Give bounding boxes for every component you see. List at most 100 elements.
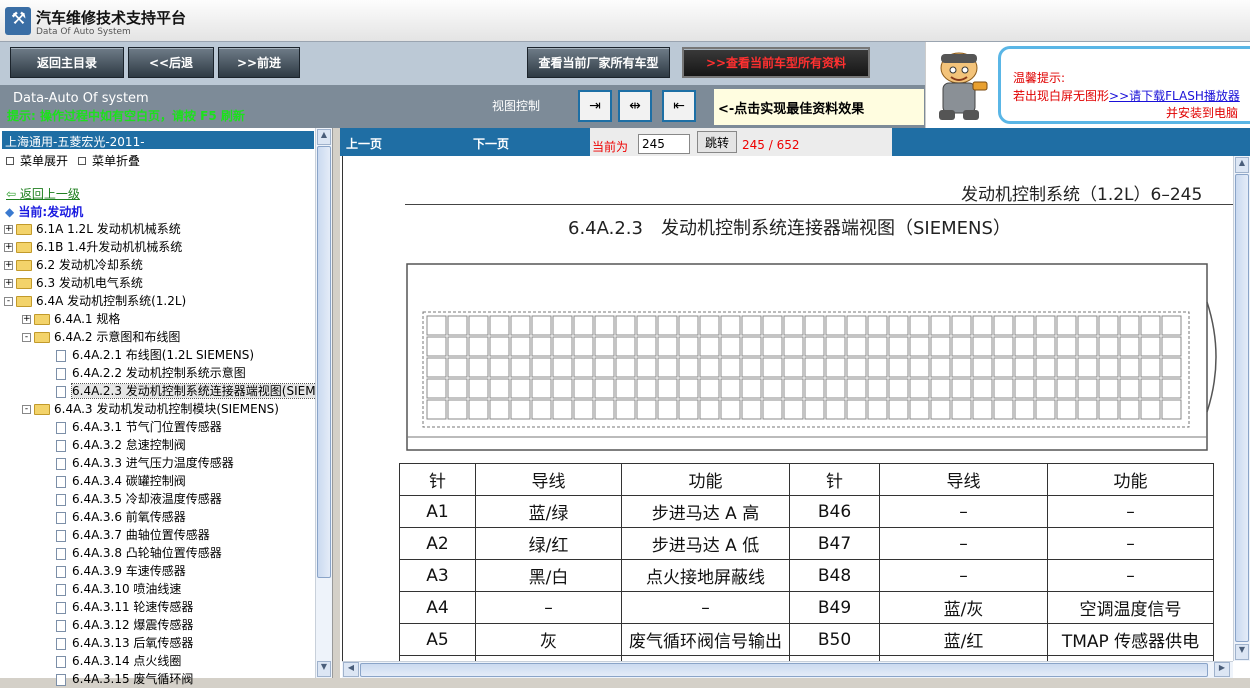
next-page-button[interactable]: 下一页	[473, 135, 509, 152]
folder-icon	[16, 260, 32, 271]
tree-doc-item[interactable]: 6.4A.3.6 前氧传感器	[56, 508, 186, 526]
folder-icon	[34, 314, 50, 325]
forward-button[interactable]: >>前进	[218, 47, 300, 78]
all-models-maker-button[interactable]: 查看当前厂家所有车型	[527, 47, 670, 78]
doc-scroll-thumb[interactable]	[1235, 174, 1249, 642]
tree-folder-item[interactable]: +6.1A 1.2L 发动机机械系统	[4, 220, 181, 238]
table-row: A4– – B49 蓝/灰 空调温度信号	[399, 591, 1214, 624]
back-button[interactable]: <<后退	[128, 47, 214, 78]
tree-doc-item[interactable]: 6.4A.3.14 点火线圈	[56, 652, 181, 670]
scroll-up-icon[interactable]: ▲	[317, 129, 331, 145]
tree-doc-item[interactable]: 6.4A.2.3 发动机控制系统连接器端视图(SIEM	[56, 382, 317, 400]
tree-item-label: 6.3 发动机电气系统	[36, 276, 143, 290]
expand-node-icon[interactable]: +	[4, 225, 13, 234]
folder-icon	[16, 278, 32, 289]
collapse-node-icon[interactable]: -	[4, 297, 13, 306]
view-left-icon[interactable]: ⇤	[662, 90, 696, 122]
tree-folder-item[interactable]: - 6.4A 发动机控制系统(1.2L)	[4, 292, 186, 310]
scroll-right-icon[interactable]: ▶	[1214, 662, 1230, 677]
table-header-cell: 功能	[1047, 463, 1214, 496]
tree-scrollbar[interactable]: ▲ ▼	[315, 128, 332, 678]
view-right-icon[interactable]: ⇥	[578, 90, 612, 122]
menu-collapse-button[interactable]: 菜单折叠	[78, 152, 140, 169]
document-icon	[56, 673, 66, 686]
notice-line1-text: 若出现白屏无图形	[1013, 89, 1110, 103]
collapse-node-icon[interactable]: -	[22, 333, 31, 342]
tree-doc-item[interactable]: 6.4A.3.7 曲轴位置传感器	[56, 526, 210, 544]
pin-table: 针导线 功能针导线 功能 A1 蓝/绿 步进马达 A 高 B46– – A2 绿/红 步进马达 A …	[399, 463, 1214, 661]
tree-folder-item[interactable]: - 6.4A.3 发动机发动机控制模块(SIEMENS)	[22, 400, 279, 418]
tree-item-label: 6.4A.3.1 节气门位置传感器	[72, 420, 222, 434]
tree-item-label: 6.4A.2 示意图和布线图	[54, 330, 181, 344]
tree-doc-item[interactable]: 6.4A.2.1 布线图(1.2L SIEMENS)	[56, 346, 254, 364]
tree-doc-item[interactable]: 6.4A.3.2 怠速控制阀	[56, 436, 186, 454]
doc-hscroll-thumb[interactable]	[360, 663, 1208, 677]
tree-folder-item[interactable]: - 6.4A.2 示意图和布线图	[22, 328, 180, 346]
tree-doc-item[interactable]: 6.4A.3.13 后氧传感器	[56, 634, 193, 652]
tree-scroll-thumb[interactable]	[317, 146, 331, 578]
ecu-connector-diagram	[406, 263, 1217, 451]
notice-title: 温馨提示:	[1013, 71, 1066, 85]
tree-doc-item[interactable]: 6.4A.3.5 冷却液温度传感器	[56, 490, 222, 508]
tree-doc-item[interactable]: 6.4A.3.1 节气门位置传感器	[56, 418, 222, 436]
tree-doc-item[interactable]: 6.4A.3.11 轮速传感器	[56, 598, 193, 616]
tree-folder-item[interactable]: +6.1B 1.4升发动机机械系统	[4, 238, 182, 256]
tree-doc-item[interactable]: 6.4A.3.4 碳罐控制阀	[56, 472, 186, 490]
table-cell: 步进马达 A 高	[621, 495, 790, 528]
pager-toolbar: 上一页 下一页 当前为 245 跳转 245 / 652	[340, 128, 1250, 156]
tree-item-label: 6.4A.3.12 爆震传感器	[72, 618, 194, 632]
table-row: A3 黑/白 点火接地屏蔽线 B48– –	[399, 559, 1214, 592]
home-button[interactable]: 返回主目录	[10, 47, 124, 78]
tree-doc-item[interactable]: 6.4A.3.3 进气压力温度传感器	[56, 454, 234, 472]
back-up-label: 返回上一级	[19, 187, 80, 201]
expand-node-icon[interactable]: +	[4, 243, 13, 252]
app-title: 汽车维修技术支持平台	[36, 9, 187, 27]
document-panel: 上一页 下一页 当前为 245 跳转 245 / 652 发动机控制系统（1.2…	[340, 128, 1250, 678]
scroll-left-icon[interactable]: ◀	[343, 662, 359, 677]
notice-area: 温馨提示: 若出现白屏无图形>>请下载FLASH播放器 并安装到电脑	[925, 42, 1250, 128]
expand-node-icon[interactable]: +	[22, 315, 31, 324]
expand-node-icon[interactable]: +	[4, 279, 13, 288]
page-jump-box: 当前为 245 跳转 245 / 652	[590, 128, 892, 156]
tree-item-label: 6.1A 1.2L 发动机机械系统	[36, 222, 181, 236]
tree-doc-item[interactable]: 6.4A.3.10 喷油线速	[56, 580, 181, 598]
download-flash-link[interactable]: >>请下载FLASH播放器	[1109, 89, 1240, 103]
document-scrollbar[interactable]: ▲ ▼	[1233, 156, 1250, 661]
folder-icon	[16, 242, 32, 253]
folder-icon	[16, 296, 32, 307]
table-header-cell: 导线	[475, 463, 622, 496]
expand-node-icon[interactable]: +	[4, 261, 13, 270]
collapse-node-icon[interactable]: -	[22, 405, 31, 414]
table-cell: B46	[789, 495, 880, 528]
tree-item-label: 6.4A.3.6 前氧传感器	[72, 510, 186, 524]
tree-doc-item[interactable]: 6.4A.3.15 废气循环阀	[56, 670, 193, 688]
doc-title: 6.4A.2.3 发动机控制系统连接器端视图（SIEMENS）	[568, 218, 1011, 239]
page-number-input[interactable]: 245	[638, 134, 690, 154]
table-cell: B47	[789, 527, 880, 560]
best-effect-tip: <-点击实现最佳资料效果	[714, 89, 924, 125]
document-icon	[56, 421, 66, 434]
back-up-link[interactable]: ⇦ 返回上一级	[6, 185, 80, 202]
table-header-cell: 功能	[621, 463, 790, 496]
tree-folder-item[interactable]: +6.3 发动机电气系统	[4, 274, 143, 292]
tree-doc-item[interactable]: 6.4A.3.8 凸轮轴位置传感器	[56, 544, 222, 562]
view-center-icon[interactable]: ⇹	[618, 90, 652, 122]
tree-item-label: 6.1B 1.4升发动机机械系统	[36, 240, 183, 254]
scroll-down-icon[interactable]: ▼	[317, 661, 331, 677]
all-docs-model-button[interactable]: >>查看当前车型所有资料	[682, 47, 870, 78]
prev-page-button[interactable]: 上一页	[346, 135, 382, 152]
doc-horizontal-scrollbar[interactable]: ◀ ▶	[342, 661, 1233, 678]
doc-scroll-down-icon[interactable]: ▼	[1235, 644, 1249, 660]
document-icon	[56, 457, 66, 470]
menu-expand-button[interactable]: 菜单展开	[6, 152, 68, 169]
status-tip: 提示: 操作过程中如有空白页，请按 F5 刷新	[7, 109, 245, 123]
tree-doc-item[interactable]: 6.4A.3.9 车速传感器	[56, 562, 186, 580]
table-cell: B49	[789, 591, 880, 624]
doc-scroll-up-icon[interactable]: ▲	[1235, 157, 1249, 173]
tree-folder-item[interactable]: +6.4A.1 规格	[22, 310, 120, 328]
tree-doc-item[interactable]: 6.4A.2.2 发动机控制系统示意图	[56, 364, 246, 382]
tree-item-label: 6.4A.3.11 轮速传感器	[72, 600, 194, 614]
tree-doc-item[interactable]: 6.4A.3.12 爆震传感器	[56, 616, 193, 634]
jump-button[interactable]: 跳转	[697, 131, 737, 153]
tree-folder-item[interactable]: +6.2 发动机冷却系统	[4, 256, 143, 274]
